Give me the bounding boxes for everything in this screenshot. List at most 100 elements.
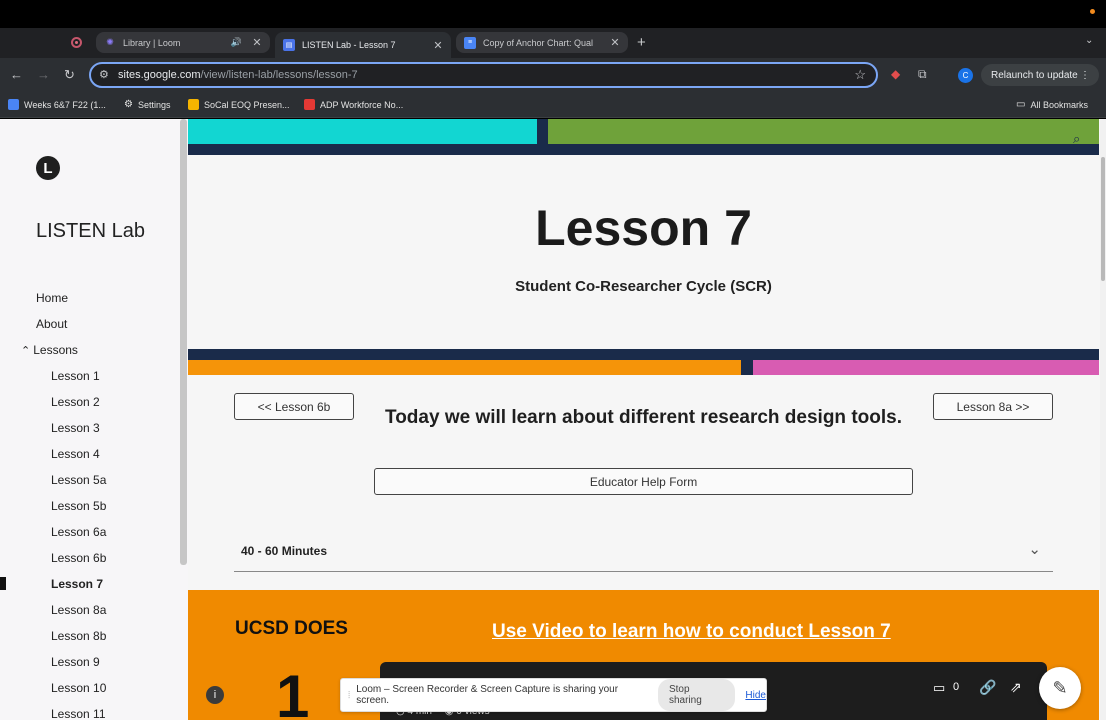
loom-controls: ▭ 0 🔗 ⇗ xyxy=(922,673,1050,705)
site-name[interactable]: LISTEN Lab xyxy=(36,220,145,243)
header-band-teal xyxy=(188,119,537,144)
sidebar-item-lesson-3[interactable]: Lesson 3 xyxy=(51,421,100,435)
tab-anchor-chart[interactable]: ≡ Copy of Anchor Chart: Qual ✕ xyxy=(456,32,628,53)
close-tab-icon[interactable]: ✕ xyxy=(250,36,264,49)
sidebar-item-lesson-7[interactable]: Lesson 7 xyxy=(51,577,103,591)
relaunch-label: Relaunch to update xyxy=(991,69,1078,81)
google-docs-icon: ≡ xyxy=(464,36,476,49)
web-page: L LISTEN Lab Home About ⌃ Lessons Lesson … xyxy=(0,119,1106,720)
chevron-down-icon[interactable]: ⌄ xyxy=(1028,540,1041,558)
info-icon[interactable]: i xyxy=(206,686,224,704)
sidebar-item-lesson-6a[interactable]: Lesson 6a xyxy=(51,525,106,539)
educator-help-form-button[interactable]: Educator Help Form xyxy=(374,468,913,495)
more-vert-icon: ⋮ xyxy=(1080,69,1090,81)
chevron-up-icon[interactable]: ⌃ xyxy=(21,345,30,357)
back-arrow-icon[interactable]: ← xyxy=(10,67,23,82)
loom-icon: ✺ xyxy=(106,37,114,47)
url-text[interactable]: sites.google.com/view/listen-lab/lessons… xyxy=(118,69,358,81)
all-bookmarks[interactable]: ▭ All Bookmarks xyxy=(1016,99,1088,110)
tab-title: Library | Loom xyxy=(123,37,181,48)
drag-handle-icon[interactable]: ⦙ xyxy=(348,690,350,701)
bookmark-item[interactable]: Weeks 6&7 F22 (1... xyxy=(8,99,106,110)
sidebar-scrollbar[interactable] xyxy=(180,119,187,565)
search-icon[interactable]: ⌕ xyxy=(1073,131,1080,147)
prev-lesson-button[interactable]: << Lesson 6b xyxy=(234,393,354,420)
folder-icon: ▭ xyxy=(1016,99,1026,110)
page-scrollbar[interactable] xyxy=(1100,119,1106,720)
gear-icon: ⚙ xyxy=(124,99,133,110)
page-subtitle: Student Co-Researcher Cycle (SCR) xyxy=(515,278,772,295)
header-band-green xyxy=(548,119,1099,144)
google-sites-icon: ▤ xyxy=(283,39,295,51)
sidebar-item-lesson-8a[interactable]: Lesson 8a xyxy=(51,603,106,617)
close-tab-icon[interactable]: ✕ xyxy=(431,39,445,52)
avatar[interactable]: C xyxy=(958,68,973,83)
sidebar-item-lessons[interactable]: ⌃ Lessons xyxy=(21,343,78,357)
adp-icon xyxy=(304,99,315,110)
page-title: Lesson 7 xyxy=(535,200,752,256)
share-message: Loom – Screen Recorder & Screen Capture … xyxy=(356,684,619,706)
lesson-intro-text: Today we will learn about different rese… xyxy=(385,407,902,428)
site-sidebar: L LISTEN Lab Home About ⌃ Lessons Lesson … xyxy=(0,119,188,720)
recording-indicator-icon[interactable] xyxy=(71,37,82,48)
duration-collapsible[interactable]: 40 - 60 Minutes ⌄ xyxy=(234,532,1053,572)
header-band-divider xyxy=(537,119,548,144)
main-content: ⌕ Lesson 7 Student Co-Researcher Cycle (… xyxy=(188,119,1099,720)
sidebar-item-lesson-5b[interactable]: Lesson 5b xyxy=(51,499,106,513)
close-tab-icon[interactable]: ✕ xyxy=(608,36,622,49)
current-page-marker xyxy=(0,577,6,590)
sidebar-item-lesson-10[interactable]: Lesson 10 xyxy=(51,681,106,695)
screen-share-notification: ⦙ Loom – Screen Recorder & Screen Captur… xyxy=(340,678,767,712)
reload-icon[interactable]: ↻ xyxy=(64,67,75,83)
sidebar-item-lesson-2[interactable]: Lesson 2 xyxy=(51,395,100,409)
site-logo[interactable]: L xyxy=(36,156,60,180)
divider-band-orange xyxy=(188,360,741,375)
divider-band-gap xyxy=(741,360,753,375)
system-top-bar xyxy=(0,0,1106,28)
sidebar-item-about[interactable]: About xyxy=(36,317,67,331)
video-link[interactable]: Use Video to learn how to conduct Lesson… xyxy=(492,621,891,643)
hide-button[interactable]: Hide xyxy=(745,690,766,701)
site-info-icon[interactable]: ⚙ xyxy=(99,68,109,81)
bookmark-item[interactable]: ADP Workforce No... xyxy=(304,99,403,110)
divider-band-navy xyxy=(188,349,1099,360)
comments-count: 0 xyxy=(953,681,960,693)
sidebar-item-lesson-9[interactable]: Lesson 9 xyxy=(51,655,100,669)
open-external-icon[interactable]: ⇗ xyxy=(1010,679,1022,696)
header-band-navy xyxy=(188,144,1099,155)
tab-listen-lab[interactable]: ▤ LISTEN Lab - Lesson 7 ✕ xyxy=(275,32,451,58)
relaunch-button[interactable]: Relaunch to update ⋮ xyxy=(981,64,1099,86)
sidebar-item-lesson-11[interactable]: Lesson 11 xyxy=(51,707,106,720)
tab-title: Copy of Anchor Chart: Qual xyxy=(483,37,594,48)
link-icon[interactable]: 🔗 xyxy=(979,679,996,696)
edit-pencil-icon[interactable]: ✎ xyxy=(1039,667,1081,709)
google-docs-icon xyxy=(8,99,19,110)
stop-sharing-button[interactable]: Stop sharing xyxy=(657,679,736,711)
bookmark-item[interactable]: ⚙ Settings xyxy=(124,99,171,110)
sidebar-item-lesson-8b[interactable]: Lesson 8b xyxy=(51,629,106,643)
sidebar-item-home[interactable]: Home xyxy=(36,291,68,305)
page-scrollbar-thumb[interactable] xyxy=(1101,157,1105,281)
bookmark-star-icon[interactable]: ☆ xyxy=(854,67,866,83)
google-slides-icon xyxy=(188,99,199,110)
divider-band-pink xyxy=(753,360,1099,375)
new-tab-icon[interactable]: + xyxy=(637,34,646,51)
next-lesson-button[interactable]: Lesson 8a >> xyxy=(933,393,1053,420)
comment-icon[interactable]: ▭ xyxy=(933,680,945,696)
speaker-icon[interactable]: 🔊 xyxy=(231,37,242,48)
step-number: 1 xyxy=(276,663,310,720)
sidebar-item-lesson-5a[interactable]: Lesson 5a xyxy=(51,473,106,487)
address-bar[interactable]: ⚙ sites.google.com/view/listen-lab/lesso… xyxy=(89,62,878,88)
tab-title: LISTEN Lab - Lesson 7 xyxy=(302,40,396,50)
sidebar-item-lesson-4[interactable]: Lesson 4 xyxy=(51,447,100,461)
bookmark-item[interactable]: SoCal EOQ Presen... xyxy=(188,99,290,110)
sidebar-item-lesson-1[interactable]: Lesson 1 xyxy=(51,369,100,383)
sidebar-item-lesson-6b[interactable]: Lesson 6b xyxy=(51,551,106,565)
tab-search-chevron-icon[interactable]: ⌄ xyxy=(1085,35,1093,46)
extension-icon[interactable]: ◆ xyxy=(891,67,900,81)
forward-arrow-icon[interactable]: → xyxy=(37,67,50,82)
status-dot xyxy=(1090,9,1095,14)
duration-label: 40 - 60 Minutes xyxy=(241,544,328,558)
extensions-puzzle-icon[interactable]: ⧉ xyxy=(918,67,927,82)
tab-loom-library[interactable]: ✺ Library | Loom 🔊 ✕ xyxy=(96,32,270,53)
